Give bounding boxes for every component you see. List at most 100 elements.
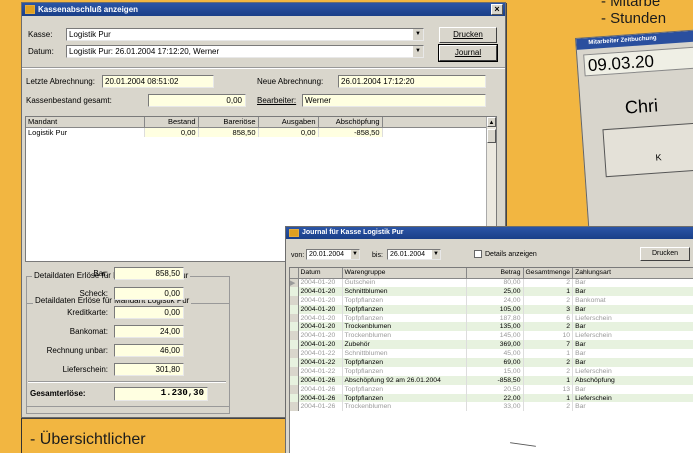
row-selector[interactable] [290,286,299,296]
row-selector[interactable] [290,402,299,412]
bg-bullet-3: - Übersichtlicher [30,431,146,448]
cell-datum: 2004-01-26 [298,402,343,412]
letzte-field: 20.01.2004 08:51:02 [102,75,214,88]
table-row[interactable]: 2004-01-20 Topfpflanzen 24,00 2 Bankomat [290,295,693,305]
chevron-down-icon[interactable]: ▼ [431,250,440,259]
bis-select[interactable]: 26.01.2004 ▼ [387,249,441,260]
zeitbuchung-name: Chri [624,95,659,118]
row-selector[interactable] [290,295,299,305]
row-selector[interactable] [290,304,299,314]
row-selector[interactable] [290,313,299,323]
cell-betrag: 25,00 [466,286,524,296]
col-gesamtmenge[interactable]: Gesamtmenge [523,268,574,279]
cell-zahlungsart: Lieferschein [572,331,693,341]
journal-grid[interactable]: Datum Warengruppe Betrag Gesamtmenge Zah… [289,267,693,453]
journal-button[interactable]: Journal [438,44,498,62]
row-selector[interactable] [290,349,299,359]
table-row[interactable]: 2004-01-20 Trockenblumen 135,00 2 Bar [290,322,693,332]
cell-gesamtmenge: 2 [523,358,574,367]
row-selector[interactable] [290,393,299,403]
cell-zahlungsart: Bankomat [572,295,693,305]
bestand-label: Kassenbestand gesamt: [26,96,112,105]
datum-select[interactable]: Logistik Pur: 26.01.2004 17:12:20, Werne… [66,45,424,58]
col-zahlungsart[interactable]: Zahlungsart [572,268,693,279]
rechnung-label: Rechnung unbar: [46,346,108,355]
cell-warengruppe: Topfpflanzen [342,393,467,403]
col-bareriose[interactable]: Bareriöse [198,117,259,128]
cell-mandant: Logistik Pur [26,127,145,137]
row-selector[interactable] [290,358,299,367]
row-selector[interactable] [290,375,299,385]
table-row[interactable]: 2004-01-26 Topfpflanzen 20,50 13 Bar [290,384,693,394]
table-row[interactable]: 2004-01-20 Schnittblumen 25,00 1 Bar [290,286,693,296]
table-row[interactable]: 2004-01-22 Topfpflanzen 15,00 2 Lieferschein [290,366,693,376]
zeitbuchung-title: Mitarbeiter Zeitbuchung [576,29,693,50]
journal-titlebar: Journal für Kasse Logistik Pur [286,227,693,239]
table-row[interactable]: 2004-01-20 Trockenblumen 145,00 10 Liefersch… [290,331,693,341]
col-betrag[interactable]: Betrag [466,268,524,279]
row-selector[interactable]: ▶ [290,278,299,287]
zeitbuchung-button[interactable]: K [602,120,693,178]
cell-datum: 2004-01-20 [298,304,343,314]
cell-gesamtmenge: 6 [523,313,574,323]
col-ausgaben[interactable]: Ausgaben [258,117,319,128]
row-selector[interactable] [290,384,299,394]
table-row[interactable]: 2004-01-20 Topfpflanzen 105,00 3 Bar [290,304,693,314]
cell-datum: 2004-01-26 [298,393,343,403]
cell-warengruppe: Topfpflanzen [342,295,467,305]
cell-betrag: 20,50 [466,384,524,394]
cell-zahlungsart: Bar [572,384,693,394]
bearbeiter-label: Bearbeiter: [257,96,297,105]
row-selector[interactable] [290,340,299,350]
cell-datum: 2004-01-26 [298,384,343,394]
cell-zahlungsart: Bar [572,304,693,314]
col-filler [382,117,496,128]
cell-gesamtmenge: 2 [523,278,574,287]
row-selector[interactable] [290,322,299,332]
col-datum[interactable]: Datum [298,268,343,279]
table-row[interactable]: 2004-01-20 Topfpflanzen 187,80 6 Lieferschei… [290,313,693,323]
chevron-down-icon[interactable]: ▼ [412,29,423,40]
von-select[interactable]: 20.01.2004 ▼ [306,249,360,260]
scroll-thumb[interactable] [487,129,496,143]
col-bestand[interactable]: Bestand [144,117,199,128]
table-row[interactable]: 2004-01-22 Schnittblumen 45,00 1 Bar [290,349,693,359]
details-checkbox[interactable] [474,250,482,258]
cell-datum: 2004-01-20 [298,286,343,296]
row-selector[interactable] [290,366,299,376]
cell-betrag: 45,00 [466,349,524,359]
cell-zahlungsart: Lieferschein [572,313,693,323]
close-icon[interactable]: × [491,4,503,15]
table-row[interactable]: 2004-01-26 Topfpflanzen 22,00 1 Lieferschein [290,393,693,403]
bar-field: 858,50 [114,267,184,280]
cell-warengruppe: Topfpflanzen [342,358,467,367]
cell-datum: 2004-01-20 [298,313,343,323]
chevron-down-icon[interactable]: ▼ [412,46,423,57]
cell-datum: 2004-01-22 [298,349,343,359]
table-row[interactable]: 2004-01-26 Trockenblumen 33,00 2 Bar [290,402,693,412]
cell-gesamtmenge: 13 [523,384,574,394]
bar-label: Bar: [93,269,108,278]
table-row[interactable]: 2004-01-20 Zubehör 369,00 7 Bar [290,340,693,350]
cell-betrag: 80,00 [466,278,524,287]
table-row[interactable]: Logistik Pur 0,00 858,50 0,00 -858,50 [26,127,496,137]
chevron-up-icon[interactable]: ▲ [487,117,496,127]
cell-ausgaben: 0,00 [258,127,319,137]
drucken-button[interactable]: Drucken [439,27,497,43]
col-abschoepfung[interactable]: Abschöpfung [318,117,383,128]
kasse-select[interactable]: Logistik Pur ▼ [66,28,424,41]
col-warengruppe[interactable]: Warengruppe [342,268,467,279]
gesamt-label: Gesamterlöse: [30,389,86,398]
col-mandant[interactable]: Mandant [26,117,145,128]
table-row[interactable]: 2004-01-22 Topfpflanzen 69,00 2 Bar [290,358,693,367]
details-checkbox-label: Details anzeigen [485,251,537,258]
cell-warengruppe: Zubehör [342,340,467,350]
cell-gesamtmenge: 1 [523,286,574,296]
table-row[interactable]: 2004-01-26 Abschöpfung 92 am 26.01.2004 -8… [290,375,693,385]
journal-drucken-button[interactable]: Drucken [640,247,690,261]
chevron-down-icon[interactable]: ▼ [350,250,359,259]
cell-warengruppe: Trockenblumen [342,402,467,412]
table-row[interactable]: ▶ 2004-01-20 Gutschein 80,00 2 Bar [290,278,693,287]
cell-zahlungsart: Bar [572,358,693,367]
row-selector[interactable] [290,331,299,341]
